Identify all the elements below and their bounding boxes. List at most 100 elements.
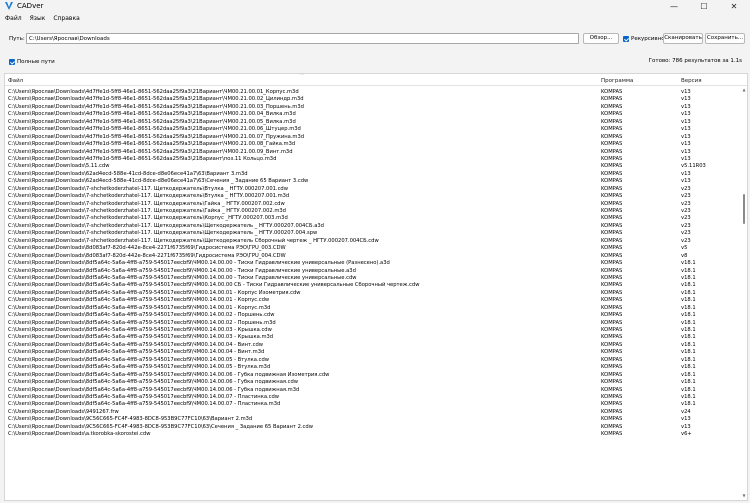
scroll-up-arrow-icon[interactable]: ▲ [741,87,747,93]
cell-program: KOMPAS [601,282,623,289]
table-row[interactable]: C:\Users\Ярослав\Downloads\4d7ffe1d-5ff8… [5,119,741,126]
table-row[interactable]: C:\Users\Ярослав\Downloads\7-shchetkoder… [5,230,741,237]
table-row[interactable]: C:\Users\Ярослав\Downloads\4d7ffe1d-5ff8… [5,126,741,133]
cell-version: v18.1 [681,327,696,333]
table-row[interactable]: C:\Users\Ярослав\Downloads\8df5a64c-5a6a… [5,275,741,282]
cell-file: C:\Users\Ярослав\Downloads\4d7ffe1d-5ff8… [8,133,305,140]
table-row[interactable]: C:\Users\Ярослав\Downloads\7-shchetkoder… [5,238,741,245]
table-row[interactable]: C:\Users\Ярослав\Downloads\8df5a64c-5a6a… [5,305,741,312]
column-header-version[interactable]: Версия [681,77,702,85]
menu-language[interactable]: Язык [26,13,50,25]
table-row[interactable]: C:\Users\Ярослав\Downloads\7-shchetkoder… [5,208,741,215]
column-header-file[interactable]: Файл [8,77,23,85]
table-row[interactable]: C:\Users\Ярослав\Downloads\8df5a64c-5a6a… [5,268,741,275]
table-row[interactable]: C:\Users\Ярослав\Downloads\4d7ffe1d-5ff8… [5,89,741,96]
cell-file: C:\Users\Ярослав\Downloads\8df5a64c-5a6a… [8,304,271,311]
scan-button[interactable]: Сканировать [663,33,703,44]
cell-file: C:\Users\Ярослав\Downloads\8df5a64c-5a6a… [8,260,390,267]
path-toolbar: Путь: Обзор... Рекурсивно Сканировать Со… [0,32,750,46]
table-row[interactable]: C:\Users\Ярослав\Downloads\8df5a64c-5a6a… [5,260,741,267]
scrollbar-thumb[interactable] [743,194,745,224]
cell-file: C:\Users\Ярослав\Downloads\62ad4ecd-588e… [8,178,309,185]
table-row[interactable]: C:\Users\Ярослав\Downloads\8df5a64c-5a6a… [5,387,741,394]
cell-version: v18.1 [681,260,696,267]
table-row[interactable]: C:\Users\Ярослав\Downloads\8df5a64c-5a6a… [5,327,741,334]
path-input[interactable] [26,33,579,44]
cell-file: C:\Users\Ярослав\Downloads\7-shchetkoder… [8,222,324,229]
cell-program: KOMPAS [601,111,623,118]
cell-version: v18.1 [681,356,696,363]
cell-file: C:\Users\Ярослав\Downloads\8df5a64c-5a6a… [8,297,270,304]
table-row[interactable]: C:\Users\Ярослав\Downloads\7-shchetkoder… [5,186,741,193]
table-row[interactable]: C:\Users\Ярослав\Downloads\8df5a64c-5a6a… [5,357,741,364]
vertical-scrollbar[interactable]: ▲ ▼ [741,86,747,500]
save-button[interactable]: Сохранить... [705,33,745,44]
cell-version: v18.1 [681,289,696,296]
table-row[interactable]: C:\Users\Ярослав\Downloads\7-shchetkoder… [5,223,741,230]
cell-program: KOMPAS [601,319,623,326]
table-row[interactable]: C:\Users\Ярослав\Downloads\4d7ffe1d-5ff8… [5,96,741,103]
table-row[interactable]: C:\Users\Ярослав\Downloads\9C56C665-FC4F… [5,416,741,423]
cell-program: KOMPAS [601,141,623,148]
table-row[interactable]: C:\Users\Ярослав\Downloads\7-shchetkoder… [5,201,741,208]
cell-file: C:\Users\Ярослав\Downloads\7-shchetkoder… [8,185,288,192]
table-row[interactable]: C:\Users\Ярослав\Downloads\8df5a64c-5a6a… [5,342,741,349]
table-row[interactable]: C:\Users\Ярослав\Downloads\4d7ffe1d-5ff8… [5,141,741,148]
table-row[interactable]: C:\Users\Ярослав\Downloads\4d7ffe1d-5ff8… [5,104,741,111]
table-row[interactable]: C:\Users\Ярослав\Downloads\8d083af7-820d… [5,253,741,260]
table-row[interactable]: C:\Users\Ярослав\Downloads\9491267.frw KO… [5,409,741,416]
minimize-button[interactable]: — [660,0,688,13]
cell-file: C:\Users\Ярослав\Downloads\8df5a64c-5a6a… [8,393,280,400]
table-row[interactable]: C:\Users\Ярослав\Downloads\8df5a64c-5a6a… [5,349,741,356]
table-row[interactable]: C:\Users\Ярослав\Downloads\8df5a64c-5a6a… [5,379,741,386]
table-row[interactable]: C:\Users\Ярослав\Downloads\8df5a64c-5a6a… [5,320,741,327]
menu-file[interactable]: Файл [0,13,26,25]
cell-program: KOMPAS [601,118,623,125]
table-row[interactable]: C:\Users\Ярослав\Downloads\8df5a64c-5a6a… [5,401,741,408]
table-row[interactable]: C:\Users\Ярослав\Downloads\8d083af7-820d… [5,245,741,252]
table-row[interactable]: C:\Users\Ярослав\Downloads\4d7ffe1d-5ff8… [5,134,741,141]
cell-program: KOMPAS [601,245,623,252]
table-row[interactable]: C:\Users\Ярослав\Downloads\8df5a64c-5a6a… [5,334,741,341]
browse-button[interactable]: Обзор... [583,33,619,44]
table-row[interactable]: C:\Users\Ярослав\Downloads\4d7ffe1d-5ff8… [5,156,741,163]
table-row[interactable]: C:\Users\Ярослав\Downloads\62ad4ecd-588e… [5,171,741,178]
results-table: ^ Файл Программа Версия C:\Users\Ярослав… [4,73,748,501]
table-row[interactable]: C:\Users\Ярослав\Downloads\8df5a64c-5a6a… [5,394,741,401]
table-row[interactable]: C:\Users\Ярослав\Downloads\8df5a64c-5a6a… [5,290,741,297]
table-row[interactable]: C:\Users\Ярослав\Downloads\8df5a64c-5a6a… [5,364,741,371]
cell-file: C:\Users\Ярослав\Downloads\8df5a64c-5a6a… [8,371,330,378]
full-paths-checkbox[interactable]: Полные пути [9,58,55,66]
table-row[interactable]: C:\Users\Ярослав\Downloads\7-shchetkoder… [5,215,741,222]
table-row[interactable]: C:\Users\Ярослав\Downloads\8df5a64c-5a6a… [5,312,741,319]
table-row[interactable]: C:\Users\Ярослав\Downloads\9C56C665-FC4F… [5,424,741,431]
scroll-down-arrow-icon[interactable]: ▼ [741,493,747,499]
cell-file: C:\Users\Ярослав\Downloads\4d7ffe1d-5ff8… [8,155,277,162]
cell-version: v13 [681,178,691,185]
table-row[interactable]: C:\Users\Ярослав\Downloads\62ad4ecd-588e… [5,178,741,185]
cell-file: C:\Users\Ярослав\Downloads\4d7ffe1d-5ff8… [8,148,293,155]
recursive-checkbox[interactable]: Рекурсивно [623,35,665,43]
close-button[interactable]: ✕ [720,0,748,13]
table-row[interactable]: C:\Users\Ярослав\Downloads\8df5a64c-5a6a… [5,282,741,289]
cell-file: C:\Users\Ярослав\Downloads\8df5a64c-5a6a… [8,364,271,371]
cell-program: KOMPAS [601,200,623,207]
table-row[interactable]: C:\Users\Ярослав\Downloads\8df5a64c-5a6a… [5,297,741,304]
menu-help[interactable]: Справка [49,13,83,25]
cell-version: v5.11R03 [681,163,706,170]
table-row[interactable]: C:\Users\Ярослав\Downloads\8df5a64c-5a6a… [5,372,741,379]
cell-file: C:\Users\Ярослав\Downloads\8df5a64c-5a6a… [8,349,265,356]
cell-file: C:\Users\Ярослав\Downloads\7-shchetkoder… [8,237,379,244]
cell-version: v18.1 [681,267,696,274]
cell-version: v5 [681,245,688,252]
table-row[interactable]: C:\Users\Ярослав\Downloads\7-shchetkoder… [5,193,741,200]
maximize-button[interactable]: ☐ [690,0,718,13]
table-row[interactable]: C:\Users\Ярослав\Downloads\5.11.cdw KOMPA… [5,163,741,170]
column-header-program[interactable]: Программа [601,77,633,85]
cell-program: KOMPAS [601,96,623,103]
table-row[interactable]: C:\Users\Ярослав\Downloads\4d7ffe1d-5ff8… [5,149,741,156]
cell-version: v13 [681,96,691,103]
table-row[interactable]: C:\Users\Ярослав\Downloads\4d7ffe1d-5ff8… [5,111,741,118]
table-row[interactable]: C:\Users\Ярослав\Downloads\a.tkorobka-sk… [5,431,741,438]
cell-version: v18.1 [681,304,696,311]
